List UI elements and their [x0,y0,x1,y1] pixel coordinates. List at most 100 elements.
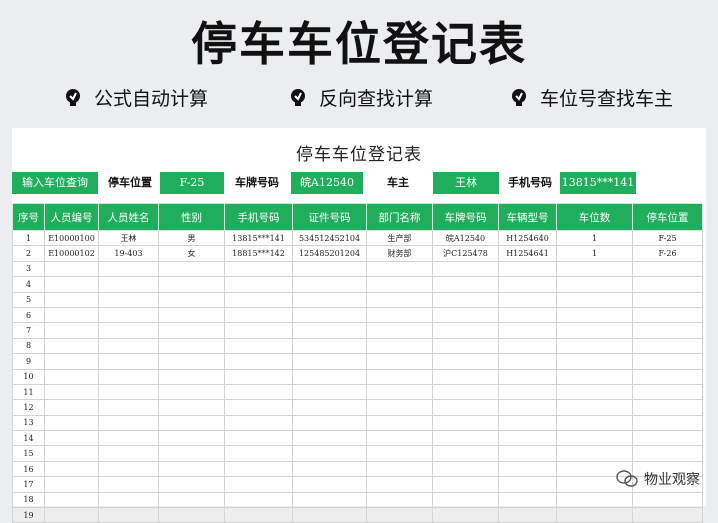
table-cell[interactable] [432,507,499,523]
table-cell[interactable] [556,291,633,308]
row-number-cell[interactable]: 2 [12,245,45,262]
row-number-cell[interactable]: 10 [12,368,45,385]
table-cell[interactable] [98,430,159,447]
row-number-cell[interactable]: 16 [12,460,45,478]
table-cell[interactable] [556,322,633,339]
table-cell[interactable] [632,260,703,278]
table-cell[interactable] [556,507,633,523]
table-cell[interactable] [292,430,367,447]
table-cell[interactable] [556,445,633,462]
table-cell[interactable] [498,507,557,523]
table-cell[interactable] [98,276,159,293]
table-cell[interactable] [158,353,225,370]
table-cell[interactable] [158,368,225,385]
table-cell[interactable] [44,260,99,278]
row-number-cell[interactable]: 14 [12,430,45,447]
table-cell[interactable]: E10000102 [44,245,99,262]
table-cell[interactable]: H1254641 [498,245,557,262]
table-cell[interactable] [158,322,225,339]
table-cell[interactable] [498,430,557,447]
table-cell[interactable]: 1 [556,229,633,247]
table-cell[interactable] [432,368,499,385]
table-cell[interactable] [98,491,159,509]
table-cell[interactable] [366,445,433,462]
table-cell[interactable] [158,445,225,462]
table-cell[interactable] [292,276,367,293]
table-cell[interactable] [224,430,293,447]
table-cell[interactable]: 534512452104 [292,229,367,247]
table-cell[interactable] [292,491,367,509]
table-cell[interactable] [98,260,159,278]
table-cell[interactable] [498,414,557,432]
row-number-cell[interactable]: 17 [12,476,45,493]
table-cell[interactable] [224,353,293,370]
table-cell[interactable] [224,383,293,401]
table-cell[interactable] [224,337,293,355]
table-cell[interactable] [498,353,557,370]
table-cell[interactable] [366,383,433,401]
table-cell[interactable] [366,322,433,339]
table-cell[interactable] [632,353,703,370]
table-cell[interactable] [632,399,703,416]
table-cell[interactable] [44,306,99,324]
table-cell[interactable] [224,414,293,432]
table-cell[interactable] [498,491,557,509]
table-cell[interactable] [292,368,367,385]
table-cell[interactable] [556,368,633,385]
table-cell[interactable]: 18815***142 [224,245,293,262]
table-cell[interactable] [498,460,557,478]
table-cell[interactable] [224,276,293,293]
table-cell[interactable] [224,491,293,509]
table-cell[interactable] [224,445,293,462]
table-cell[interactable] [292,383,367,401]
table-cell[interactable] [292,460,367,478]
table-cell[interactable] [432,445,499,462]
table-cell[interactable] [158,399,225,416]
table-cell[interactable] [292,476,367,493]
table-cell[interactable] [98,445,159,462]
table-cell[interactable] [44,445,99,462]
table-cell[interactable] [366,414,433,432]
table-cell[interactable]: 125485201204 [292,245,367,262]
table-cell[interactable] [366,291,433,308]
table-cell[interactable] [158,460,225,478]
plate-value-field[interactable]: 皖A12540 [291,172,363,194]
table-cell[interactable] [556,383,633,401]
table-cell[interactable]: H1254640 [498,229,557,247]
table-cell[interactable] [98,399,159,416]
table-cell[interactable] [556,260,633,278]
table-cell[interactable] [498,476,557,493]
row-number-cell[interactable]: 15 [12,445,45,462]
table-cell[interactable] [292,260,367,278]
table-cell[interactable] [366,368,433,385]
table-cell[interactable]: 1 [556,245,633,262]
row-number-cell[interactable]: 13 [12,414,45,432]
table-cell[interactable] [44,353,99,370]
table-cell[interactable] [44,276,99,293]
table-cell[interactable] [556,399,633,416]
table-cell[interactable] [158,337,225,355]
table-cell[interactable] [224,306,293,324]
table-cell[interactable]: 王林 [98,229,159,247]
table-cell[interactable] [158,260,225,278]
table-cell[interactable] [498,306,557,324]
table-cell[interactable] [224,399,293,416]
table-cell[interactable] [292,399,367,416]
table-cell[interactable] [366,353,433,370]
table-cell[interactable] [158,306,225,324]
table-cell[interactable] [432,476,499,493]
table-cell[interactable] [556,337,633,355]
table-cell[interactable] [432,337,499,355]
row-number-cell[interactable]: 8 [12,337,45,355]
table-cell[interactable] [98,460,159,478]
table-cell[interactable]: 财务部 [366,245,433,262]
table-cell[interactable] [158,507,225,523]
table-cell[interactable] [632,507,703,523]
table-cell[interactable] [432,322,499,339]
table-cell[interactable] [158,430,225,447]
row-number-cell[interactable]: 6 [12,306,45,324]
table-cell[interactable]: 皖A12540 [432,229,499,247]
table-cell[interactable] [432,430,499,447]
table-cell[interactable] [366,430,433,447]
table-cell[interactable] [292,353,367,370]
